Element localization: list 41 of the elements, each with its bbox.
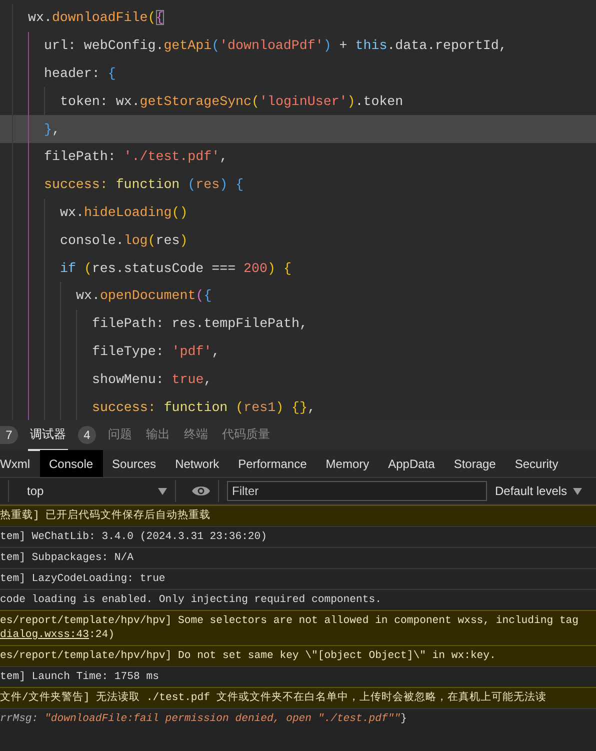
devtools-tab[interactable]: Storage [444, 450, 506, 477]
code-line: wx.downloadFile({ [28, 9, 164, 28]
code-line: if (res.statusCode === 200) { [60, 260, 292, 278]
count-badge: 7 [0, 426, 18, 444]
devtools-tab[interactable]: AppData [378, 450, 444, 477]
panel-tab[interactable]: 代码质量 [220, 420, 272, 450]
devtools-tab[interactable]: Network [166, 450, 229, 477]
warning-message: 文件/文件夹警告] 无法读取 ./test.pdf 文件或文件夹不在白名单中，上传时会被忽略，在真机上可能无法读 [0, 687, 596, 708]
warning-message: 热重载] 已开启代码文件保存后自动热重载 [0, 505, 596, 526]
caret-icon [158, 488, 167, 494]
code-line: header: { [44, 64, 116, 83]
devtools-tab[interactable]: Security [505, 450, 568, 477]
code-line: token: wx.getStorageSync('loginUser').token [60, 92, 404, 111]
code-line: filePath: './test.pdf', [44, 148, 228, 166]
warning-message: es/report/template/hpv/hpv] Do not set same key \"[object Object]\" in wx:key. [0, 645, 596, 666]
panel-tab[interactable]: 输出 [144, 420, 172, 450]
panel-tab[interactable]: 终端 [182, 420, 210, 450]
eye-icon[interactable] [192, 485, 210, 497]
code-line: success: function (res) { [44, 176, 244, 194]
caret-icon [573, 488, 582, 494]
code-line: }, [44, 120, 60, 139]
code-line: wx.openDocument({ [76, 287, 212, 306]
warning-message: es/report/template/hpv/hpv] Some selectors are not allowed in component wxss, including tag dialog.wxss:43:24) [0, 610, 596, 645]
count-badge: 4 [78, 426, 96, 444]
devtools-tab[interactable]: Console [40, 450, 103, 477]
code-line: fileType: 'pdf', [92, 342, 220, 361]
devtools-tab[interactable]: Wxml [0, 450, 40, 477]
devtools-tab[interactable]: Memory [316, 450, 379, 477]
levels-dropdown[interactable]: Default levels [495, 484, 582, 498]
filter-field[interactable]: Filter [227, 481, 487, 501]
code-line: showMenu: true, [92, 370, 212, 389]
code-line: url: webConfig.getApi('downloadPdf') + this.data.reportId, [44, 37, 507, 56]
devtools-tab[interactable]: Performance [228, 450, 316, 477]
code-line: filePath: res.tempFilePath, [92, 315, 308, 334]
context-select[interactable]: top [8, 480, 176, 502]
code-line: wx.hideLoading() [60, 204, 188, 222]
code-line: console.log(res) [60, 232, 188, 250]
code-line: success: function (res1) {}, [92, 398, 316, 417]
code-editor[interactable] [0, 0, 596, 420]
panel-tab[interactable]: 问题 [106, 420, 134, 450]
devtools-tab[interactable]: Sources [102, 450, 166, 477]
